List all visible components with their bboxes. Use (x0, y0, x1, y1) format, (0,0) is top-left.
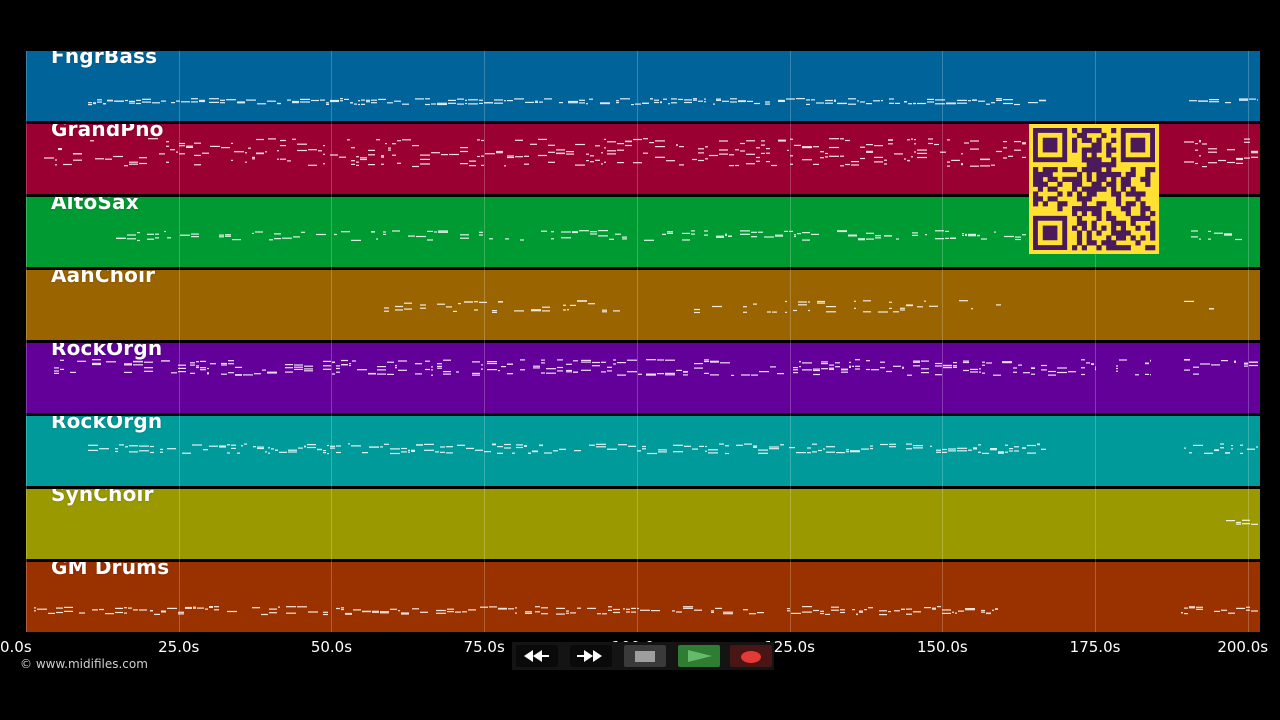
note-lane (384, 300, 1214, 314)
track-label: RockOrgn (51, 343, 163, 360)
transport-controls (512, 642, 774, 670)
track-gm-drums: GM Drums (26, 562, 1260, 632)
note-lane (34, 606, 1258, 616)
note-lane (54, 359, 1258, 376)
note-texture (1226, 519, 1258, 525)
track-label: GM Drums (51, 562, 170, 579)
track-aahchoir: AahChoir (26, 270, 1260, 340)
note-texture (384, 300, 1214, 314)
stop-icon (635, 651, 655, 662)
track-label: GrandPno (51, 124, 164, 141)
time-tick-label: 50.0s (310, 638, 353, 656)
time-tick-label: 0.0s (0, 638, 32, 656)
note-lane (88, 443, 1258, 455)
track-label: SynChoir (51, 489, 154, 506)
stop-button[interactable] (624, 645, 666, 667)
midi-visualizer: FngrBass GrandPno AltoSax AahChoir RockO… (0, 0, 1280, 720)
track-synchoir: SynChoir (26, 489, 1260, 559)
time-tick-label: 150.0s (916, 638, 968, 656)
record-icon (741, 651, 761, 663)
note-texture (54, 359, 1258, 376)
track-label: AltoSax (51, 197, 139, 214)
play-button[interactable] (678, 645, 720, 667)
fast-forward-icon (577, 650, 602, 662)
note-texture (34, 606, 1258, 616)
track-label: AahChoir (51, 270, 156, 287)
time-tick-label: 200.0s (1217, 638, 1269, 656)
track-label: RockOrgn (51, 416, 163, 433)
copyright-text: © www.midifiles.com (20, 657, 148, 671)
track-rockorgn-2: RockOrgn (26, 416, 1260, 486)
note-lane (1226, 519, 1258, 525)
track-rockorgn-1: RockOrgn (26, 343, 1260, 413)
note-lane (88, 98, 1258, 106)
qr-code-icon (1029, 124, 1159, 254)
time-tick-label: 25.0s (158, 638, 200, 656)
play-icon (688, 650, 712, 662)
track-label: FngrBass (51, 51, 158, 68)
rewind-button[interactable] (516, 645, 558, 667)
note-texture (88, 98, 1258, 106)
rewind-icon (524, 650, 549, 662)
record-button[interactable] (730, 645, 772, 667)
time-tick-label: 75.0s (463, 638, 505, 656)
note-texture (88, 443, 1258, 455)
track-fngrbass: FngrBass (26, 51, 1260, 121)
fast-forward-button[interactable] (570, 645, 612, 667)
time-tick-label: 175.0s (1069, 638, 1121, 656)
